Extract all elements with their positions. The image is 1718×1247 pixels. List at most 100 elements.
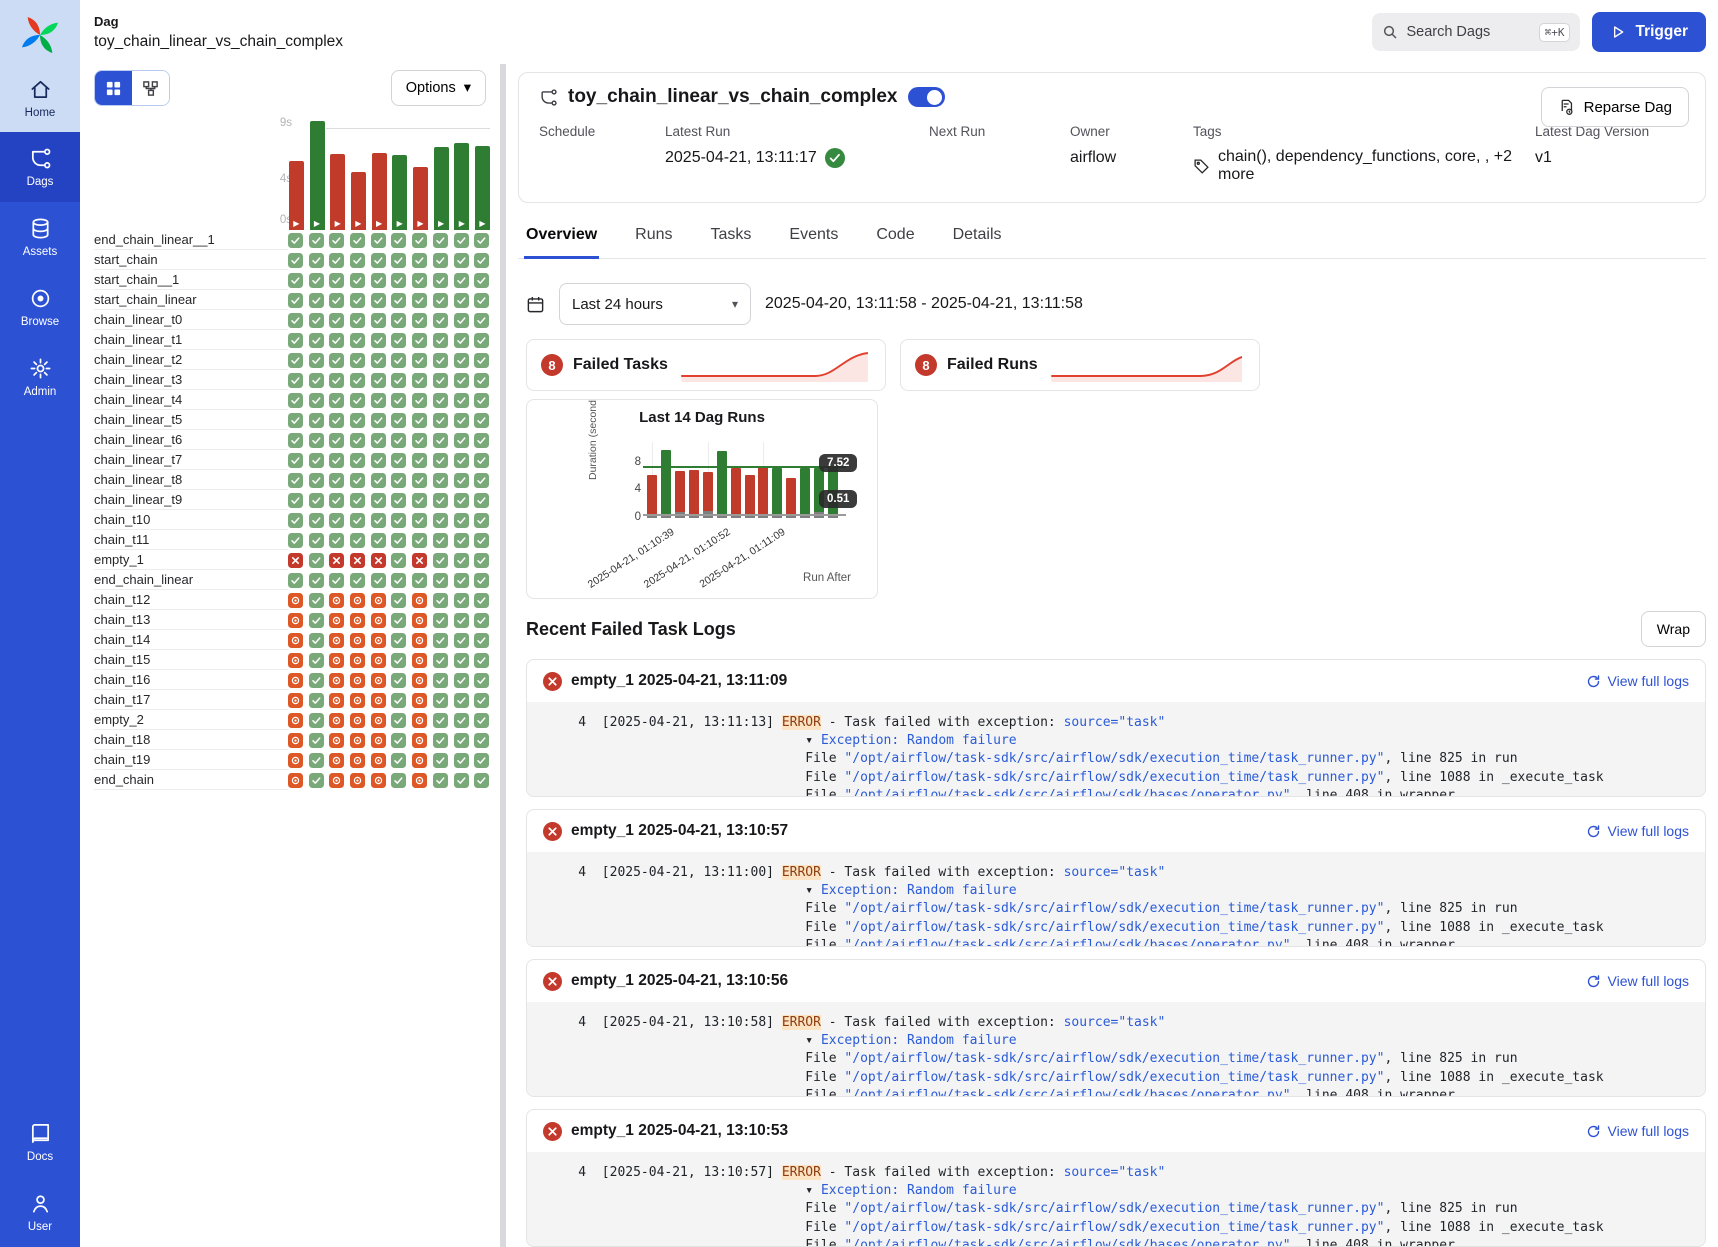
task-instance-success-icon[interactable] (309, 413, 324, 428)
task-instance-success-icon[interactable] (329, 373, 344, 388)
task-instance-success-icon[interactable] (454, 633, 469, 648)
task-instance-success-icon[interactable] (371, 253, 386, 268)
dag-run-duration-bar[interactable] (800, 468, 810, 518)
task-instance-success-icon[interactable] (391, 413, 406, 428)
task-instance-success-icon[interactable] (309, 673, 324, 688)
task-instance-upstream-failed-icon[interactable] (371, 633, 386, 648)
task-instance-success-icon[interactable] (350, 393, 365, 408)
task-instance-success-icon[interactable] (350, 233, 365, 248)
task-name-link[interactable]: chain_linear_t0 (94, 310, 288, 330)
task-instance-success-icon[interactable] (474, 733, 489, 748)
task-instance-success-icon[interactable] (309, 613, 324, 628)
task-instance-success-icon[interactable] (309, 273, 324, 288)
task-instance-success-icon[interactable] (454, 393, 469, 408)
task-instance-success-icon[interactable] (350, 333, 365, 348)
sidebar-item-docs[interactable]: Docs (0, 1107, 80, 1177)
task-instance-success-icon[interactable] (474, 593, 489, 608)
task-instance-success-icon[interactable] (391, 393, 406, 408)
task-instance-success-icon[interactable] (371, 513, 386, 528)
dag-run-bar[interactable]: ▶ (289, 161, 304, 230)
task-instance-success-icon[interactable] (350, 513, 365, 528)
task-instance-success-icon[interactable] (329, 293, 344, 308)
task-instance-success-icon[interactable] (454, 433, 469, 448)
task-instance-upstream-failed-icon[interactable] (412, 593, 427, 608)
task-instance-success-icon[interactable] (371, 493, 386, 508)
task-instance-upstream-failed-icon[interactable] (350, 653, 365, 668)
task-instance-success-icon[interactable] (371, 333, 386, 348)
task-instance-success-icon[interactable] (433, 313, 448, 328)
task-instance-upstream-failed-icon[interactable] (412, 613, 427, 628)
task-instance-success-icon[interactable] (391, 433, 406, 448)
task-instance-success-icon[interactable] (433, 273, 448, 288)
task-instance-failed-icon[interactable] (350, 553, 365, 568)
task-name-link[interactable]: chain_t17 (94, 690, 288, 710)
task-instance-success-icon[interactable] (329, 273, 344, 288)
task-instance-success-icon[interactable] (433, 633, 448, 648)
task-instance-success-icon[interactable] (391, 333, 406, 348)
options-dropdown[interactable]: Options ▾ (391, 70, 486, 106)
task-instance-success-icon[interactable] (288, 293, 303, 308)
task-instance-success-icon[interactable] (391, 693, 406, 708)
dag-run-bar[interactable]: ▶ (475, 146, 490, 230)
task-instance-success-icon[interactable] (433, 773, 448, 788)
task-instance-success-icon[interactable] (350, 533, 365, 548)
task-instance-success-icon[interactable] (288, 573, 303, 588)
task-instance-success-icon[interactable] (391, 273, 406, 288)
task-instance-success-icon[interactable] (371, 533, 386, 548)
task-instance-success-icon[interactable] (474, 333, 489, 348)
task-instance-success-icon[interactable] (309, 553, 324, 568)
dag-run-duration-bar[interactable] (717, 451, 727, 518)
task-instance-success-icon[interactable] (412, 353, 427, 368)
graph-view-button[interactable] (132, 71, 169, 105)
task-name-link[interactable]: chain_linear_t4 (94, 390, 288, 410)
refresh-icon[interactable] (1586, 824, 1601, 839)
task-instance-success-icon[interactable] (391, 533, 406, 548)
task-instance-success-icon[interactable] (474, 673, 489, 688)
view-full-logs-link[interactable]: View full logs (1608, 673, 1689, 689)
task-instance-success-icon[interactable] (454, 413, 469, 428)
task-instance-upstream-failed-icon[interactable] (412, 713, 427, 728)
task-instance-success-icon[interactable] (474, 653, 489, 668)
task-instance-success-icon[interactable] (391, 673, 406, 688)
task-instance-success-icon[interactable] (309, 593, 324, 608)
task-instance-success-icon[interactable] (412, 413, 427, 428)
task-instance-success-icon[interactable] (433, 693, 448, 708)
task-instance-success-icon[interactable] (288, 313, 303, 328)
task-instance-success-icon[interactable] (309, 733, 324, 748)
task-name-link[interactable]: chain_linear_t3 (94, 370, 288, 390)
refresh-icon[interactable] (1586, 1124, 1601, 1139)
task-instance-success-icon[interactable] (454, 753, 469, 768)
task-instance-success-icon[interactable] (391, 773, 406, 788)
task-instance-upstream-failed-icon[interactable] (371, 653, 386, 668)
task-instance-success-icon[interactable] (391, 493, 406, 508)
task-instance-upstream-failed-icon[interactable] (371, 593, 386, 608)
task-name-link[interactable]: chain_t16 (94, 670, 288, 690)
task-instance-success-icon[interactable] (454, 273, 469, 288)
task-instance-success-icon[interactable] (329, 413, 344, 428)
tab-tasks[interactable]: Tasks (709, 215, 754, 259)
task-instance-success-icon[interactable] (329, 513, 344, 528)
task-instance-success-icon[interactable] (371, 273, 386, 288)
task-name-link[interactable]: chain_linear_t8 (94, 470, 288, 490)
task-instance-success-icon[interactable] (309, 333, 324, 348)
task-instance-success-icon[interactable] (474, 253, 489, 268)
task-name-link[interactable]: chain_t11 (94, 530, 288, 550)
task-instance-success-icon[interactable] (288, 513, 303, 528)
dag-run-bar[interactable]: ▶ (330, 154, 345, 230)
task-instance-success-icon[interactable] (288, 493, 303, 508)
task-instance-success-icon[interactable] (309, 293, 324, 308)
dag-run-duration-bar[interactable] (689, 470, 699, 518)
refresh-icon[interactable] (1586, 974, 1601, 989)
task-instance-upstream-failed-icon[interactable] (350, 713, 365, 728)
dag-run-duration-bar[interactable] (745, 475, 755, 518)
task-instance-success-icon[interactable] (329, 493, 344, 508)
task-instance-success-icon[interactable] (433, 473, 448, 488)
task-instance-success-icon[interactable] (371, 293, 386, 308)
task-name-link[interactable]: end_chain (94, 770, 288, 790)
task-instance-upstream-failed-icon[interactable] (329, 653, 344, 668)
sidebar-item-dags[interactable]: Dags (0, 132, 80, 202)
task-instance-success-icon[interactable] (350, 573, 365, 588)
task-instance-success-icon[interactable] (474, 313, 489, 328)
task-instance-success-icon[interactable] (350, 493, 365, 508)
task-instance-success-icon[interactable] (288, 473, 303, 488)
